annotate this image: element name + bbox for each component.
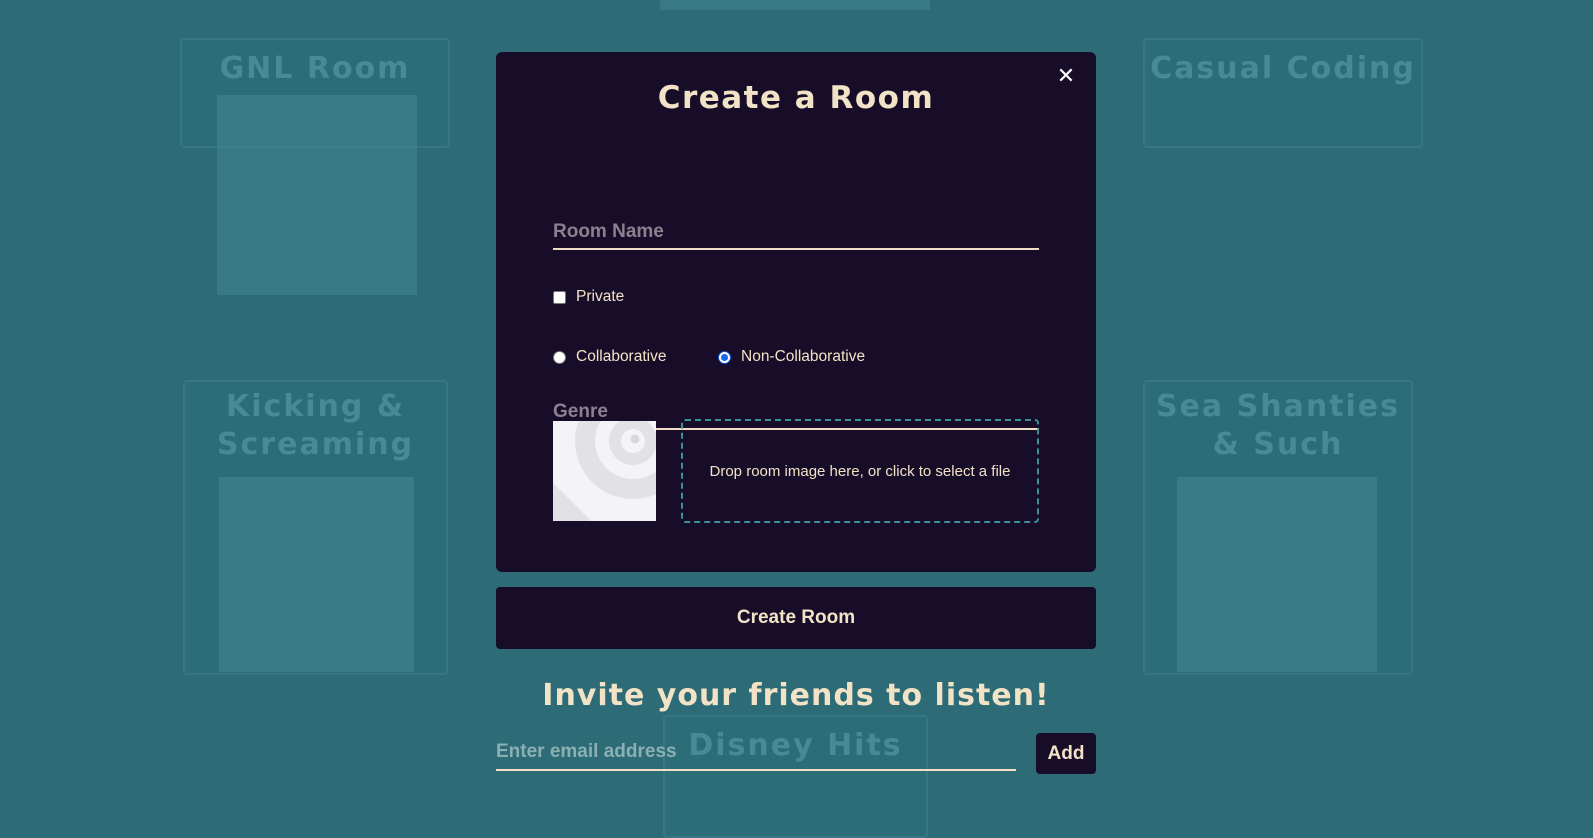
image-dropzone[interactable]: Drop room image here, or click to select… bbox=[681, 419, 1039, 523]
create-room-button[interactable]: Create Room bbox=[496, 587, 1096, 649]
invite-title: Invite your friends to listen! bbox=[542, 678, 1050, 713]
collaborative-radio[interactable] bbox=[553, 350, 566, 364]
room-card-kicking-screaming: Kicking & Screaming bbox=[183, 380, 448, 675]
room-card-image bbox=[217, 95, 417, 295]
room-card-title: Casual Coding bbox=[1150, 51, 1416, 86]
room-card-title: GNL Room bbox=[219, 51, 411, 86]
room-card-image bbox=[219, 477, 414, 672]
collaborative-label: Collaborative bbox=[576, 348, 667, 365]
private-checkbox-row[interactable]: Private bbox=[553, 288, 624, 306]
private-checkbox[interactable] bbox=[553, 290, 566, 304]
room-card-disney-hits: Disney Hits bbox=[663, 715, 928, 838]
room-card-sea-shanties: Sea Shanties & Such bbox=[1143, 380, 1413, 675]
non-collaborative-label: Non-Collaborative bbox=[741, 348, 866, 365]
room-card-title: Sea Shanties & Such bbox=[1155, 389, 1401, 462]
room-card-casual-coding: Casual Coding bbox=[1143, 38, 1423, 148]
image-placeholder-icon bbox=[553, 421, 656, 521]
non-collaborative-radio[interactable] bbox=[718, 350, 731, 364]
private-label: Private bbox=[576, 288, 625, 305]
room-card-title: Kicking & Screaming bbox=[216, 389, 415, 462]
modal-title: Create a Room bbox=[657, 80, 935, 116]
create-room-modal: ✕ Create a Room Private Collaborative No… bbox=[496, 52, 1096, 572]
room-name-input[interactable] bbox=[553, 216, 1039, 250]
room-card-image bbox=[1177, 477, 1377, 672]
dropzone-text: Drop room image here, or click to select… bbox=[709, 462, 1011, 480]
add-email-button[interactable]: Add bbox=[1036, 733, 1096, 774]
non-collaborative-option[interactable]: Non-Collaborative bbox=[718, 348, 865, 366]
email-input[interactable] bbox=[496, 735, 1016, 771]
collaborative-option[interactable]: Collaborative bbox=[553, 348, 666, 366]
background-header-strip bbox=[660, 0, 930, 10]
